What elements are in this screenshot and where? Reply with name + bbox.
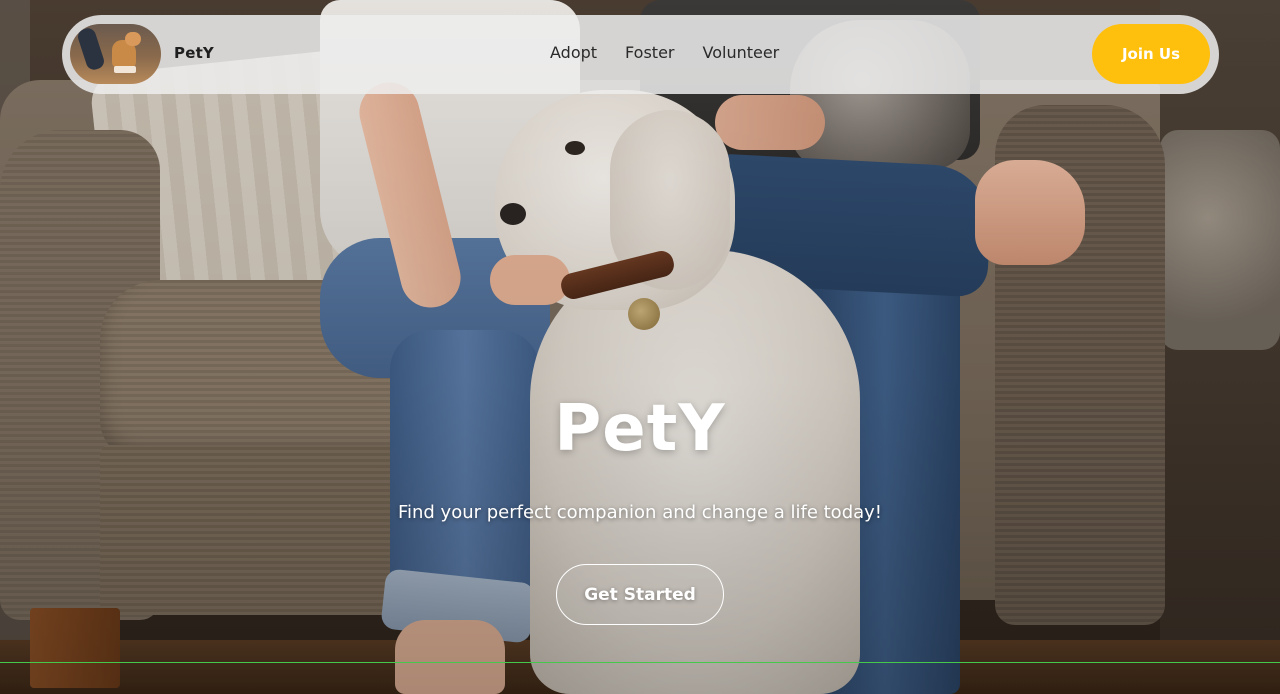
join-us-button[interactable]: Join Us <box>1092 24 1210 84</box>
brand-logo[interactable] <box>70 24 161 84</box>
corgi-head-icon <box>125 32 141 46</box>
hero-subtitle: Find your perfect companion and change a… <box>397 502 883 523</box>
navbar: PetY Adopt Foster Volunteer Join Us <box>62 15 1219 94</box>
nav-link-foster[interactable]: Foster <box>625 43 674 62</box>
person-leg-icon <box>75 26 107 72</box>
guide-line <box>0 662 1280 663</box>
brand-name[interactable]: PetY <box>174 44 214 62</box>
hero-title: PetY <box>554 392 726 466</box>
get-started-button[interactable]: Get Started <box>556 564 724 625</box>
nav-link-volunteer[interactable]: Volunteer <box>703 43 780 62</box>
corgi-legs-icon <box>114 66 136 73</box>
nav-link-adopt[interactable]: Adopt <box>550 43 597 62</box>
nav-links: Adopt Foster Volunteer <box>550 43 779 62</box>
